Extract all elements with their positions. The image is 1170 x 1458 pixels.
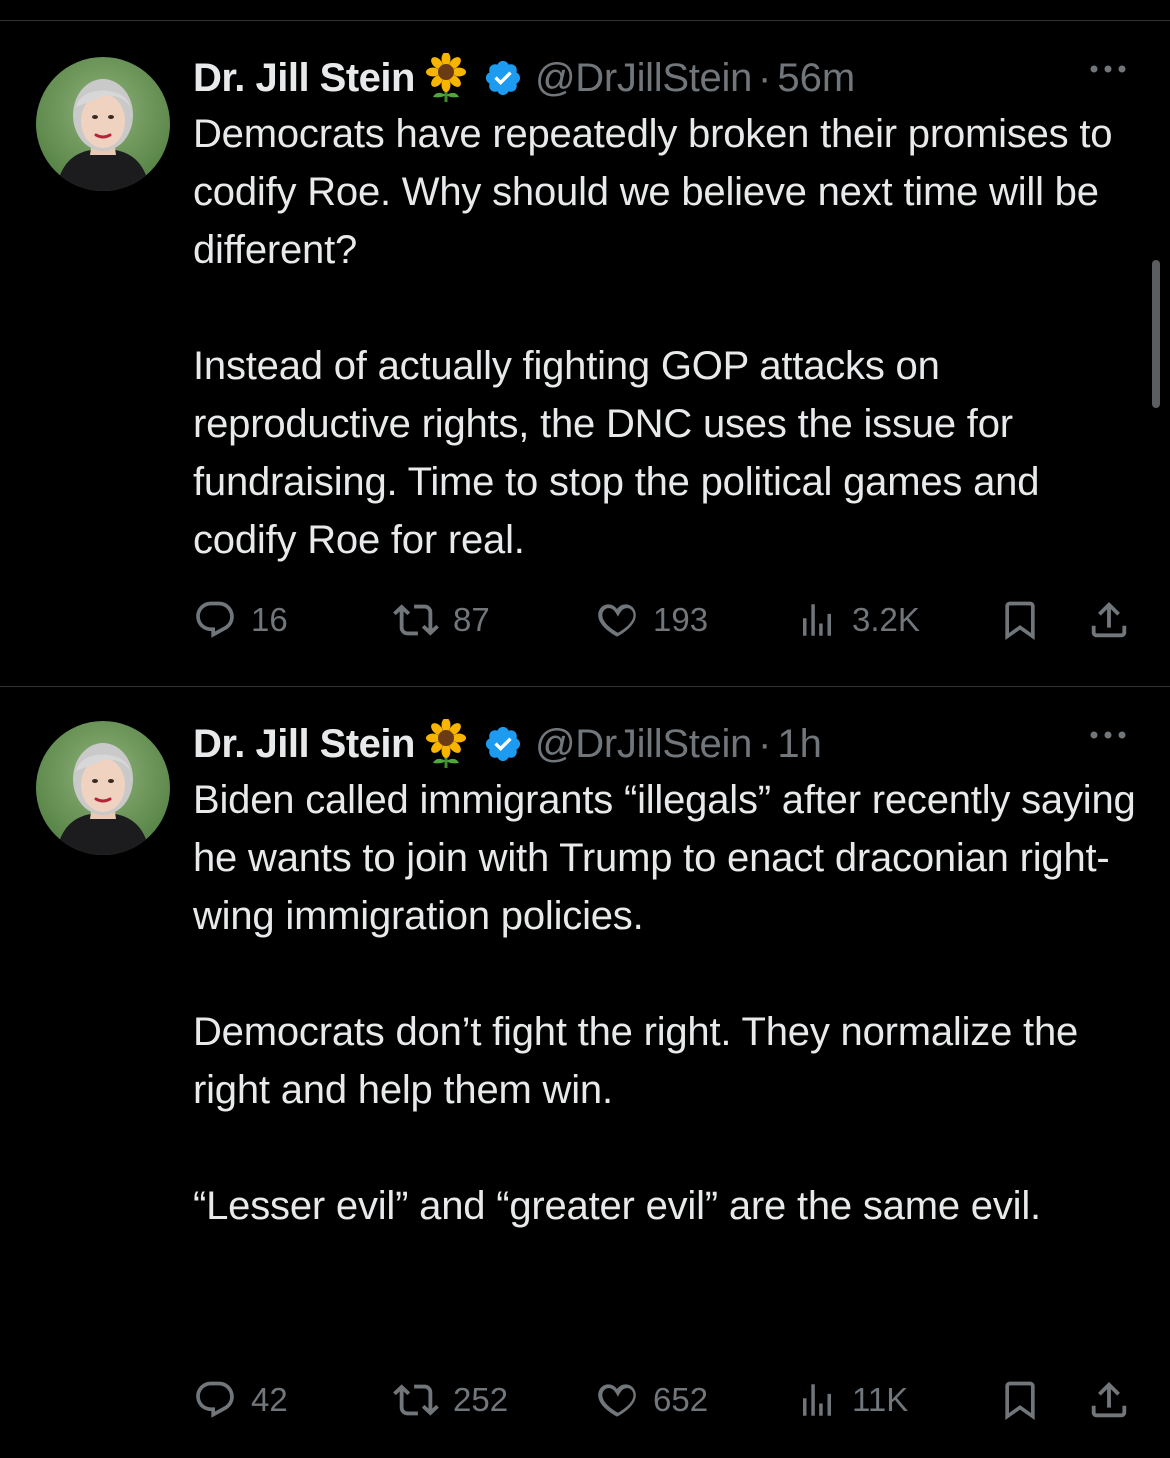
tweet[interactable]: Dr. Jill Stein bbox=[0, 21, 1170, 686]
repost-count: 252 bbox=[453, 1381, 509, 1418]
more-icon[interactable] bbox=[1086, 725, 1130, 745]
user-handle[interactable]: @DrJillStein bbox=[535, 722, 752, 767]
tweet[interactable]: Dr. Jill Stein bbox=[0, 687, 1170, 1458]
repost-icon bbox=[393, 1384, 439, 1416]
like-count: 652 bbox=[653, 1381, 709, 1418]
like-button[interactable]: 193 bbox=[595, 595, 708, 645]
avatar[interactable] bbox=[36, 721, 170, 855]
heart-icon bbox=[598, 604, 636, 637]
tweet-paragraph: Instead of actually fighting GOP attacks… bbox=[193, 344, 1040, 562]
tweet-paragraph: Democrats have repeatedly broken their p… bbox=[193, 112, 1113, 272]
share-icon bbox=[1091, 1381, 1127, 1418]
views-count: 3.2K bbox=[852, 601, 920, 638]
reply-icon bbox=[196, 1381, 234, 1418]
sunflower-icon bbox=[421, 718, 471, 769]
repost-count: 87 bbox=[453, 601, 490, 638]
avatar-image bbox=[36, 721, 170, 855]
reply-button[interactable]: 16 bbox=[193, 595, 288, 645]
display-name[interactable]: Dr. Jill Stein bbox=[193, 722, 415, 767]
timestamp[interactable]: 56m bbox=[777, 56, 855, 101]
views-button[interactable]: 11K bbox=[796, 1375, 908, 1425]
tweet-text: Democrats have repeatedly broken their p… bbox=[193, 105, 1143, 569]
like-count: 193 bbox=[653, 601, 709, 638]
avatar-image bbox=[36, 57, 170, 191]
tweet-paragraph: “Lesser evil” and “greater evil” are the… bbox=[193, 1184, 1041, 1228]
verified-badge-icon[interactable] bbox=[483, 58, 523, 98]
views-button[interactable]: 3.2K bbox=[796, 595, 920, 645]
reply-count: 42 bbox=[251, 1381, 288, 1418]
timestamp[interactable]: 1h bbox=[777, 722, 822, 767]
bookmark-icon bbox=[1005, 1381, 1035, 1421]
bookmark-button[interactable] bbox=[998, 1375, 1042, 1425]
share-button[interactable] bbox=[1086, 595, 1132, 645]
avatar[interactable] bbox=[36, 57, 170, 191]
more-icon[interactable] bbox=[1086, 59, 1130, 79]
tweet-text: Biden called immigrants “illegals” after… bbox=[193, 771, 1143, 1235]
scrollbar-thumb[interactable] bbox=[1152, 260, 1160, 408]
user-handle[interactable]: @DrJillStein bbox=[535, 56, 752, 101]
share-button[interactable] bbox=[1086, 1375, 1132, 1425]
separator-dot: · bbox=[758, 55, 772, 100]
heart-icon bbox=[598, 1384, 636, 1417]
reply-button[interactable]: 42 bbox=[193, 1375, 288, 1425]
display-name[interactable]: Dr. Jill Stein bbox=[193, 56, 415, 101]
views-count: 11K bbox=[852, 1381, 909, 1418]
tweet-paragraph: Biden called immigrants “illegals” after… bbox=[193, 778, 1136, 938]
reply-icon bbox=[196, 601, 234, 638]
tweet-header: Dr. Jill Stein bbox=[193, 717, 1133, 771]
views-icon bbox=[803, 604, 831, 636]
repost-button[interactable]: 87 bbox=[393, 595, 490, 645]
tweet-actions: 42 252 652 11K bbox=[193, 1375, 1133, 1425]
separator-dot: · bbox=[758, 721, 772, 766]
repost-icon bbox=[393, 604, 439, 636]
bookmark-button[interactable] bbox=[998, 595, 1042, 645]
views-icon bbox=[803, 1384, 831, 1416]
verified-badge-icon[interactable] bbox=[483, 724, 523, 764]
repost-button[interactable]: 252 bbox=[393, 1375, 508, 1425]
reply-count: 16 bbox=[251, 601, 288, 638]
share-icon bbox=[1091, 601, 1127, 638]
tweet-actions: 16 87 193 3.2K bbox=[193, 595, 1133, 645]
tweet-paragraph: Democrats don’t fight the right. They no… bbox=[193, 1010, 1079, 1112]
bookmark-icon bbox=[1005, 601, 1035, 641]
tweet-header: Dr. Jill Stein bbox=[193, 51, 1133, 105]
sunflower-icon bbox=[421, 52, 471, 103]
like-button[interactable]: 652 bbox=[595, 1375, 708, 1425]
